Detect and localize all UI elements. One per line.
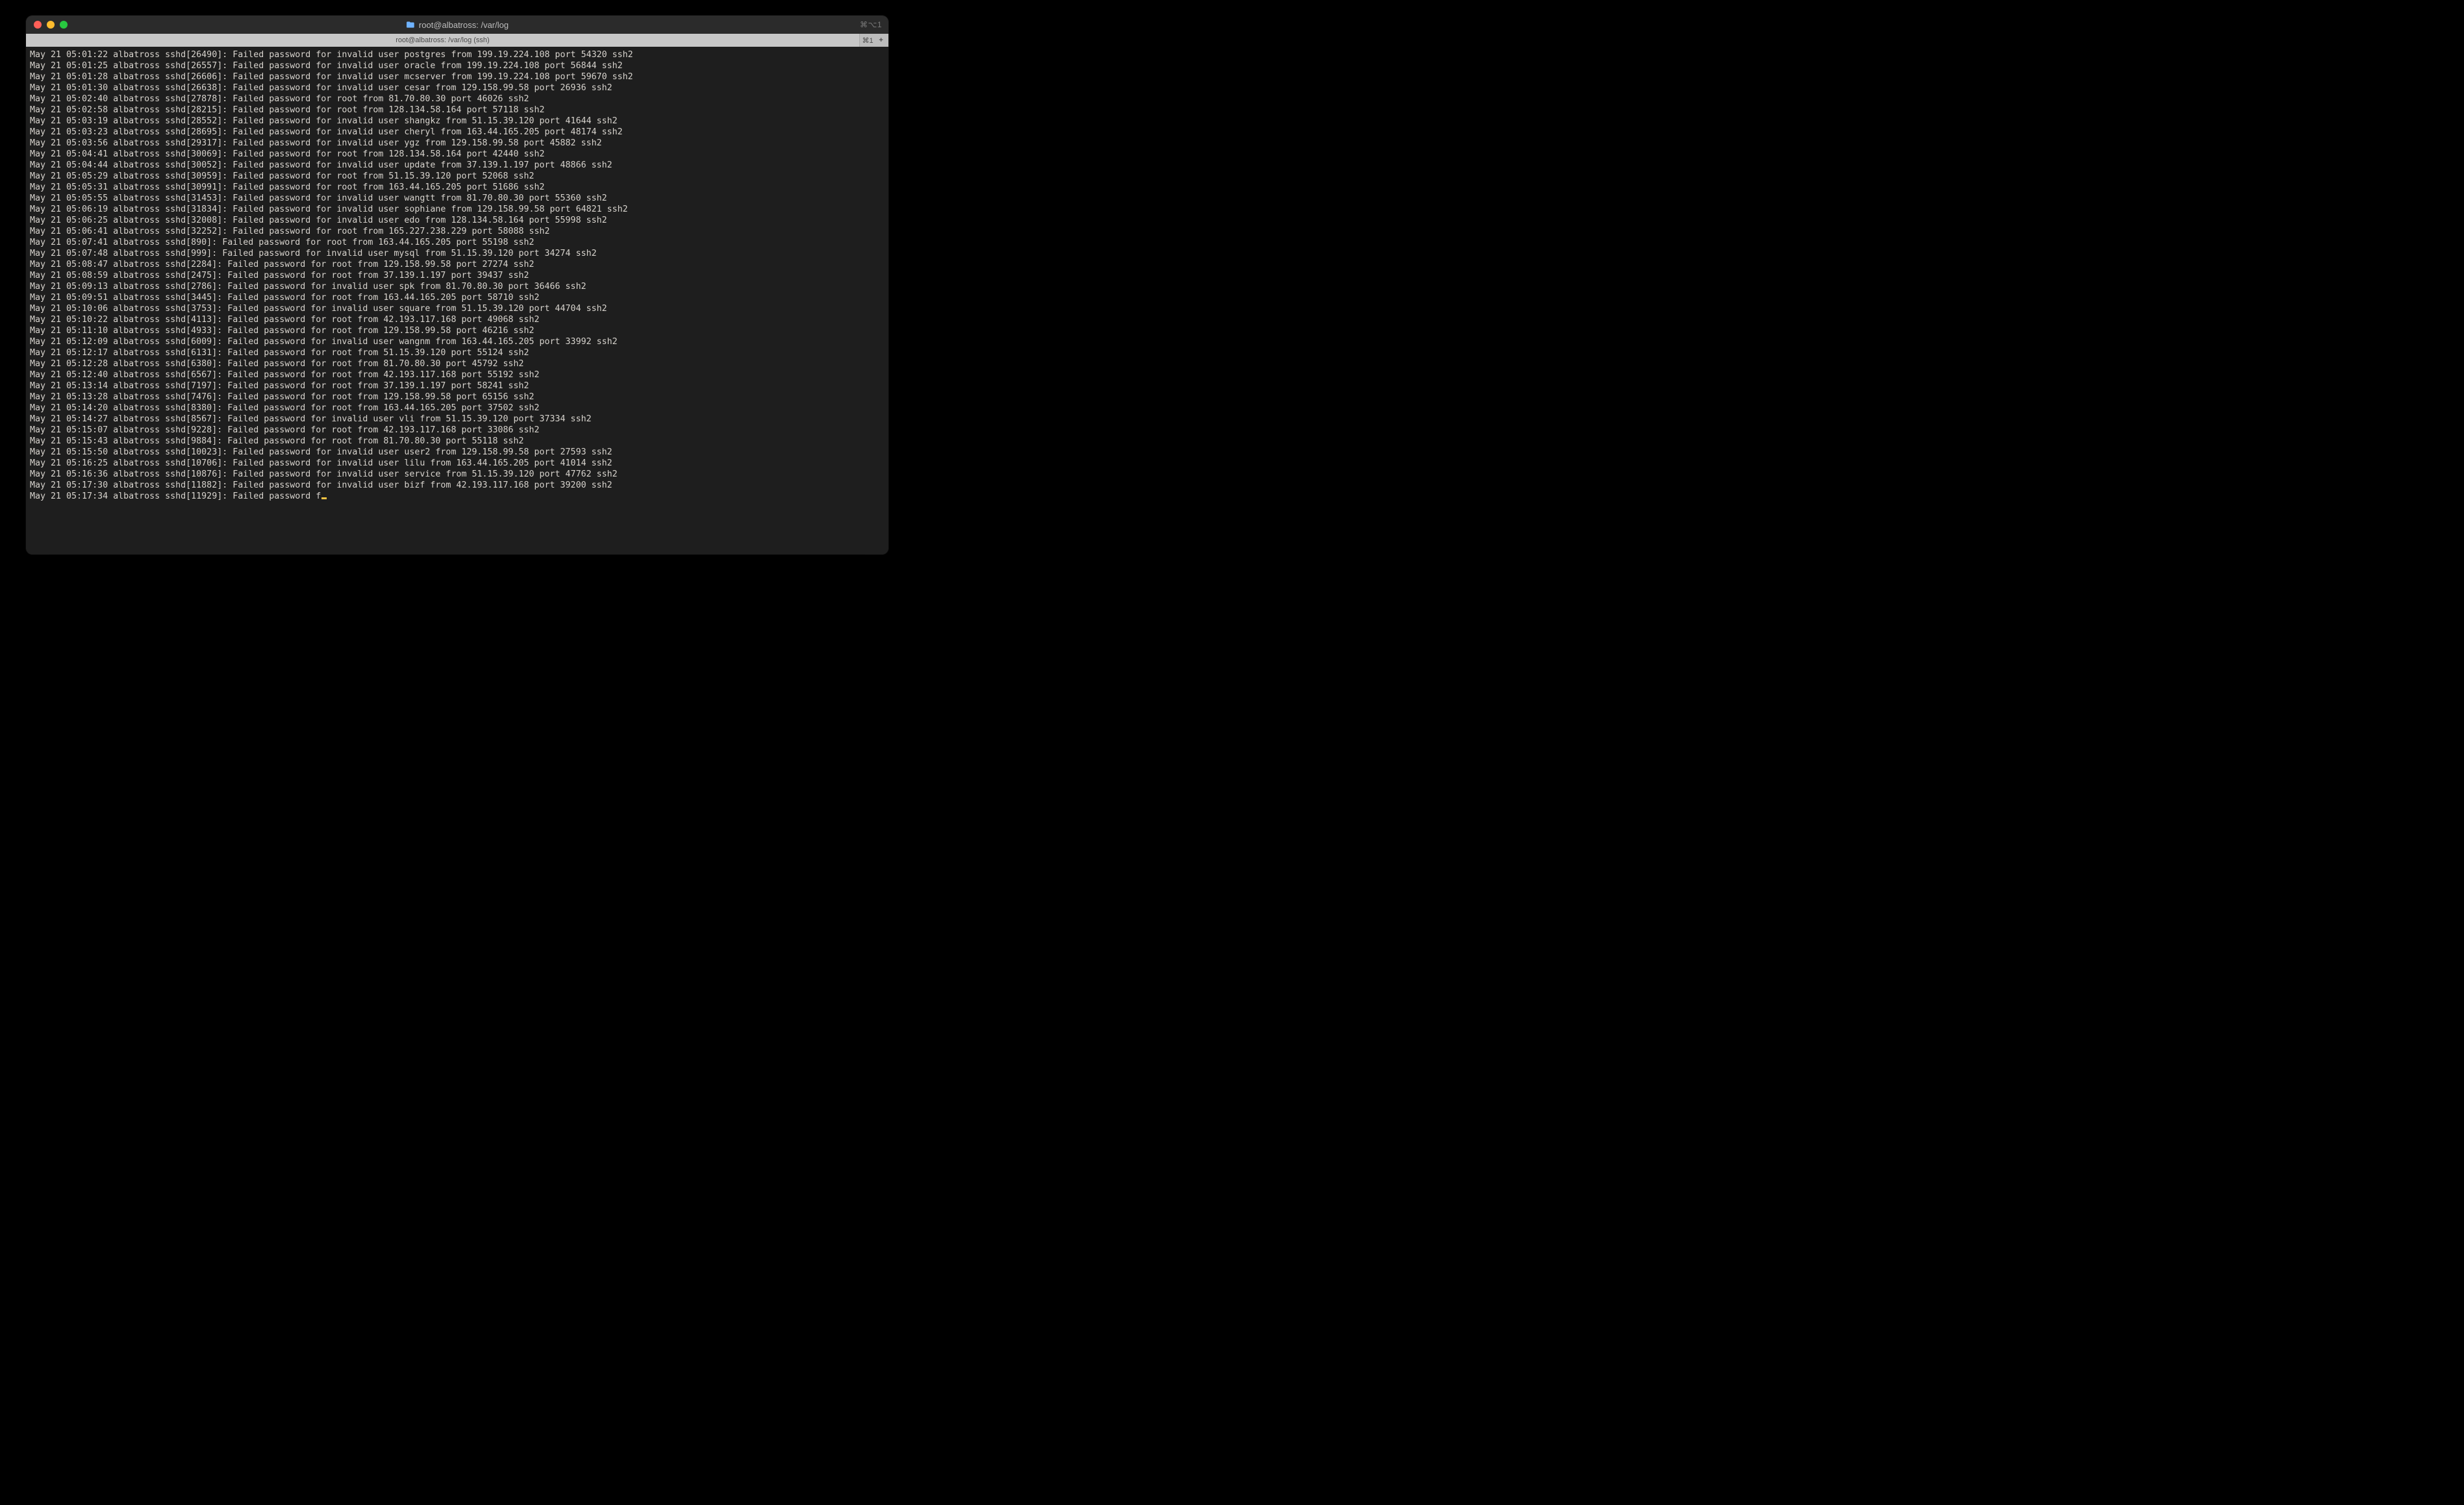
window-title: root@albatross: /var/log (406, 20, 509, 30)
terminal-window: root@albatross: /var/log ⌘⌥1 root@albatr… (26, 16, 888, 554)
zoom-button[interactable] (60, 21, 68, 29)
titlebar[interactable]: root@albatross: /var/log ⌘⌥1 (26, 16, 888, 34)
tab-label: root@albatross: /var/log (ssh) (396, 36, 489, 44)
cursor (321, 497, 327, 499)
pane-indicator: ⌘1 (862, 36, 873, 45)
tab-controls: ⌘1 + (859, 34, 888, 47)
minimize-button[interactable] (47, 21, 55, 29)
traffic-lights (26, 21, 68, 29)
new-tab-button[interactable]: + (876, 36, 886, 44)
close-button[interactable] (34, 21, 42, 29)
folder-icon (406, 20, 415, 29)
window-title-text: root@albatross: /var/log (419, 20, 509, 30)
terminal-output[interactable]: May 21 05:01:22 albatross sshd[26490]: F… (30, 49, 885, 502)
tab-bar: root@albatross: /var/log (ssh) ⌘1 + (26, 34, 888, 47)
tab-active[interactable]: root@albatross: /var/log (ssh) (26, 34, 859, 47)
terminal-viewport[interactable]: May 21 05:01:22 albatross sshd[26490]: F… (26, 47, 888, 554)
window-shortcut-hint: ⌘⌥1 (860, 20, 888, 29)
